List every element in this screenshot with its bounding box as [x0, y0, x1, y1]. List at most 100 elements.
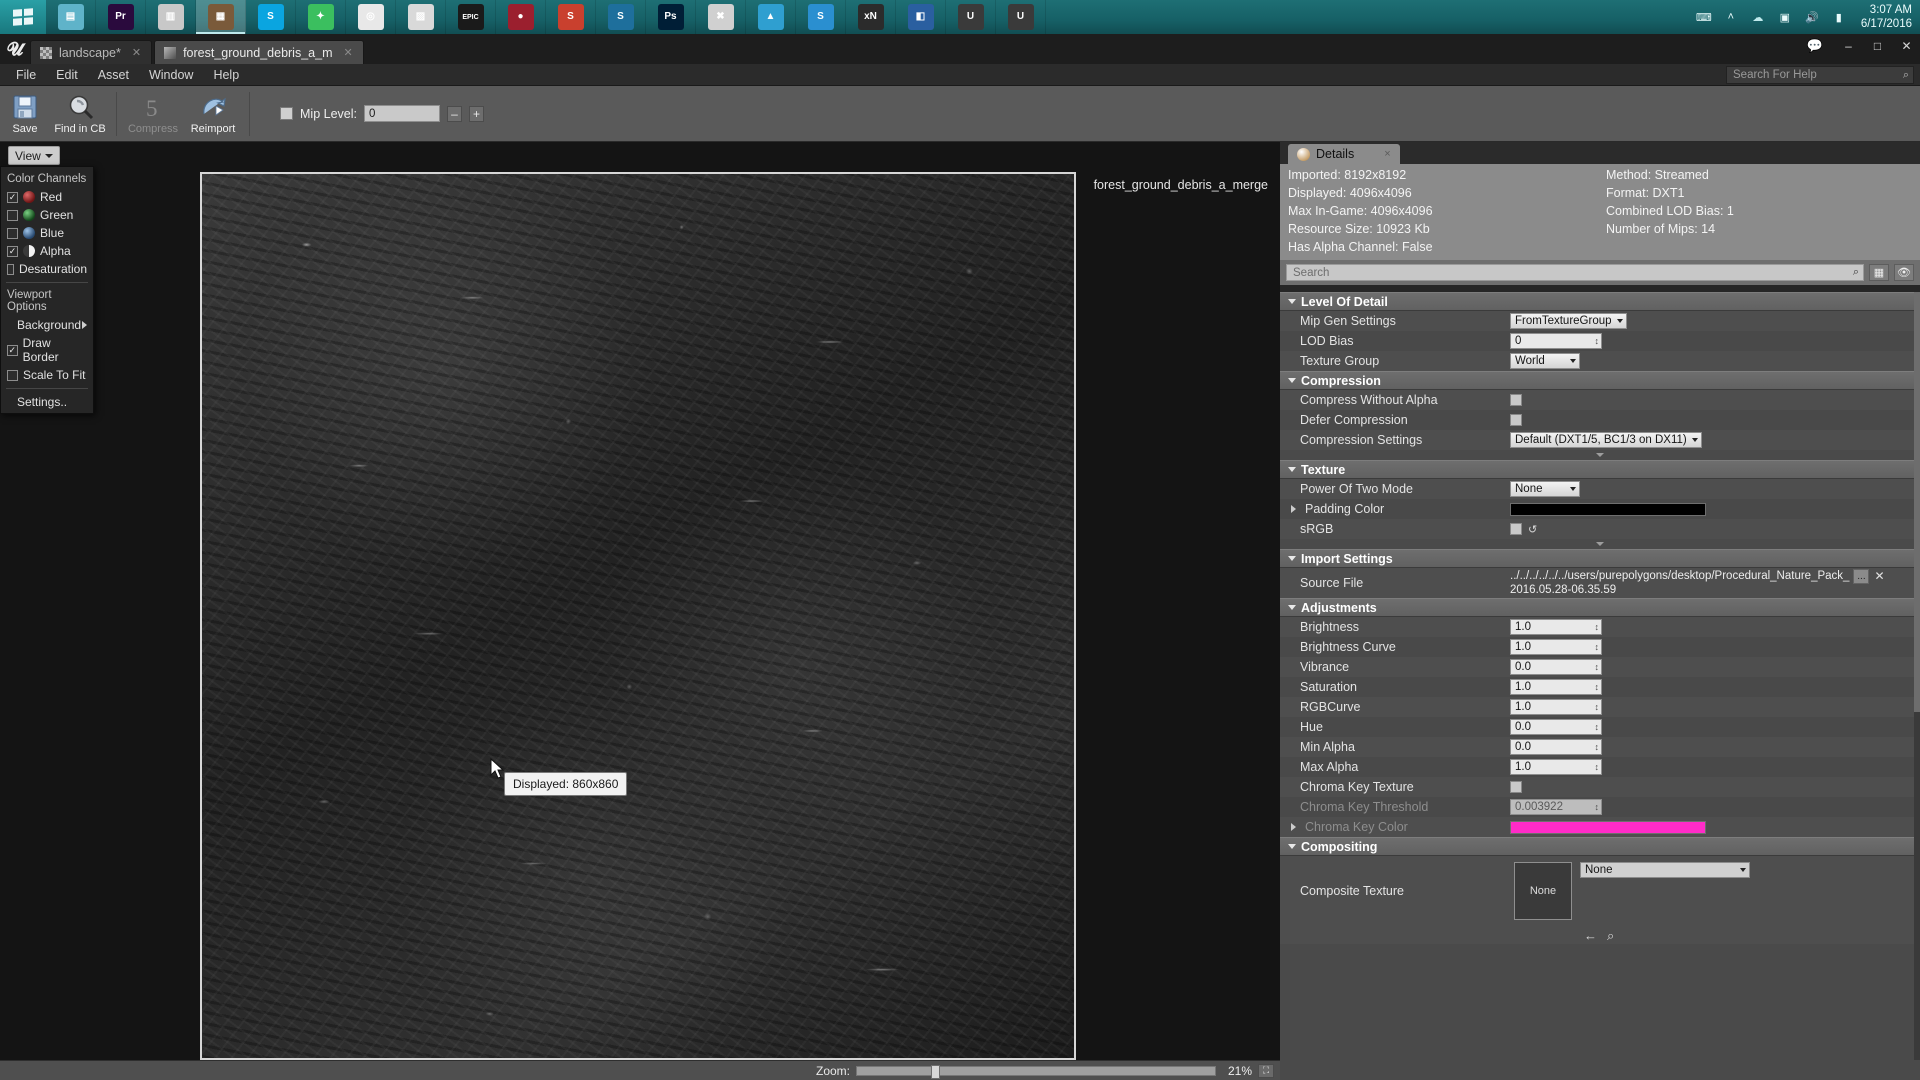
taskbar-item-substance-s2[interactable]: S [596, 0, 646, 34]
stepper-icon[interactable]: ↕ [1595, 642, 1600, 652]
keyboard-icon[interactable]: ⌨ [1695, 9, 1713, 25]
chevron-up-icon[interactable]: ˄ [1722, 9, 1740, 25]
combo-compression-settings[interactable]: Default (DXT1/5, BC1/3 on DX11) [1510, 432, 1702, 448]
start-button[interactable] [0, 0, 46, 34]
input-chroma-key-threshold[interactable]: 0.003922 ↕ [1510, 799, 1602, 815]
taskbar-item-charts[interactable]: ▨ [396, 0, 446, 34]
save-button[interactable]: Save [0, 87, 50, 141]
taskbar-item-unreal-engine-1[interactable]: U [946, 0, 996, 34]
taskbar-clock[interactable]: 3:07 AM 6/17/2016 [1857, 3, 1912, 32]
desaturation-row[interactable]: Desaturation [1, 260, 93, 278]
taskbar-item-file-manager[interactable]: ▥ [146, 0, 196, 34]
zoom-slider-handle[interactable] [930, 1064, 940, 1079]
taskbar-item-substance-s1[interactable]: S [546, 0, 596, 34]
menu-edit[interactable]: Edit [46, 66, 88, 84]
menu-asset[interactable]: Asset [88, 66, 139, 84]
checkbox-defer-compression[interactable] [1510, 414, 1522, 426]
composite-texture-combo[interactable]: None [1580, 862, 1750, 878]
input-vibrance[interactable]: 0.0 ↕ [1510, 659, 1602, 675]
stepper-icon[interactable]: ↕ [1595, 762, 1600, 772]
details-properties-scroll[interactable]: Level Of Detail Mip Gen Settings FromTextu… [1280, 292, 1920, 1080]
view-menu-button[interactable]: View [8, 146, 60, 165]
stepper-icon[interactable]: ↕ [1595, 802, 1600, 812]
menu-file[interactable]: File [6, 66, 46, 84]
expand-arrow-icon[interactable] [1291, 823, 1296, 831]
view-dropdown-menu[interactable]: Color Channels ✓ Red Green Blue ✓ Alpha … [0, 166, 94, 414]
input-saturation[interactable]: 1.0 ↕ [1510, 679, 1602, 695]
combo-mip-gen-settings[interactable]: FromTextureGroup [1510, 313, 1627, 329]
menu-help[interactable]: Help [203, 66, 249, 84]
category-header-compression[interactable]: Compression [1280, 371, 1920, 390]
category-header-adjustments[interactable]: Adjustments [1280, 598, 1920, 617]
stepper-icon[interactable]: ↕ [1595, 336, 1600, 346]
stepper-icon[interactable]: ↕ [1595, 742, 1600, 752]
eye-icon[interactable]: 👁 [1894, 264, 1914, 281]
channel-green-checkbox[interactable] [7, 209, 18, 221]
fit-to-screen-icon[interactable]: ⛶ [1258, 1063, 1274, 1078]
texture-preview-frame[interactable] [200, 172, 1076, 1060]
tab-landscape[interactable]: landscape* ✕ [30, 40, 153, 64]
stepper-icon[interactable]: ↕ [1595, 682, 1600, 692]
input-rgbcurve[interactable]: 1.0 ↕ [1510, 699, 1602, 715]
stepper-icon[interactable]: ↕ [1595, 622, 1600, 632]
checkbox-chroma-key-texture[interactable] [1510, 781, 1522, 793]
taskbar-item-active-app[interactable]: ▦ [196, 0, 246, 34]
channel-green-row[interactable]: Green [1, 206, 93, 224]
desaturation-checkbox[interactable] [7, 263, 14, 275]
tab-texture-close-icon[interactable]: ✕ [343, 46, 352, 59]
mip-increase-button[interactable]: + [468, 105, 484, 122]
channel-red-row[interactable]: ✓ Red [1, 188, 93, 206]
tab-details[interactable]: Details × [1288, 144, 1400, 164]
zoom-slider[interactable] [856, 1064, 1216, 1079]
volume-icon[interactable]: 🔊 [1803, 9, 1821, 25]
composite-texture-thumbnail[interactable]: None [1514, 862, 1572, 920]
category-header-compositing[interactable]: Compositing [1280, 837, 1920, 856]
back-arrow-icon[interactable]: ← [1584, 928, 1597, 944]
tab-details-close-icon[interactable]: × [1384, 148, 1390, 160]
channel-blue-checkbox[interactable] [7, 227, 18, 239]
scale-to-fit-checkbox[interactable] [7, 369, 18, 381]
menu-window[interactable]: Window [139, 66, 203, 84]
details-scrollbar-thumb[interactable] [1914, 292, 1920, 712]
taskbar-item-skype-s3[interactable]: S [796, 0, 846, 34]
help-search-input[interactable]: Search For Help ⌕ [1726, 66, 1914, 84]
taskbar-item-chrome[interactable]: ◎ [346, 0, 396, 34]
color-swatch-chroma-key-color[interactable] [1510, 820, 1706, 834]
chat-icon[interactable]: 💬 [1807, 38, 1823, 54]
taskbar-item-mountain-app[interactable]: ▲ [746, 0, 796, 34]
draw-border-row[interactable]: ✓ Draw Border [1, 334, 93, 366]
section-expand-strip[interactable] [1280, 450, 1920, 460]
input-min-alpha[interactable]: 0.0 ↕ [1510, 739, 1602, 755]
combo-power-of-two-mode[interactable]: None [1510, 481, 1580, 497]
find-in-cb-button[interactable]: Find in CB [50, 87, 110, 141]
close-button[interactable]: ✕ [1897, 37, 1916, 55]
input-lod-bias[interactable]: 0 ↕ [1510, 333, 1602, 349]
scale-to-fit-row[interactable]: Scale To Fit [1, 366, 93, 384]
reset-to-default-icon[interactable]: ↺ [1528, 523, 1537, 536]
taskbar-item-unreal-engine-2[interactable]: U [996, 0, 1046, 34]
draw-border-checkbox[interactable]: ✓ [7, 344, 18, 356]
network-icon[interactable]: ▮ [1830, 9, 1848, 25]
texture-viewport[interactable]: forest_ground_debris_a_merge Displayed: … [0, 142, 1280, 1080]
category-header-import-settings[interactable]: Import Settings [1280, 549, 1920, 568]
color-swatch-padding-color[interactable] [1510, 502, 1706, 516]
clear-source-file-icon[interactable]: ✕ [1874, 569, 1884, 583]
taskbar-item-explorer[interactable]: ▤ [46, 0, 96, 34]
reimport-button[interactable]: Reimport [183, 87, 243, 141]
taskbar-item-xnormal[interactable]: xN [846, 0, 896, 34]
channel-red-checkbox[interactable]: ✓ [7, 191, 18, 203]
filter-grid-icon[interactable]: ▦ [1869, 264, 1889, 281]
settings-menu-item[interactable]: Settings.. [1, 393, 93, 411]
minimize-button[interactable]: – [1839, 37, 1858, 55]
details-scrollbar[interactable] [1914, 292, 1920, 1060]
channel-blue-row[interactable]: Blue [1, 224, 93, 242]
input-hue[interactable]: 0.0 ↕ [1510, 719, 1602, 735]
browse-source-file-button[interactable]: ... [1853, 568, 1870, 584]
taskbar-item-premiere[interactable]: Pr [96, 0, 146, 34]
stepper-icon[interactable]: ↕ [1595, 662, 1600, 672]
category-header-texture[interactable]: Texture [1280, 460, 1920, 479]
expand-arrow-icon[interactable] [1291, 505, 1296, 513]
browse-magnifier-icon[interactable]: ⌕ [1607, 928, 1614, 944]
checkbox-srgb[interactable] [1510, 523, 1522, 535]
checkbox-compress-without-alpha[interactable] [1510, 394, 1522, 406]
